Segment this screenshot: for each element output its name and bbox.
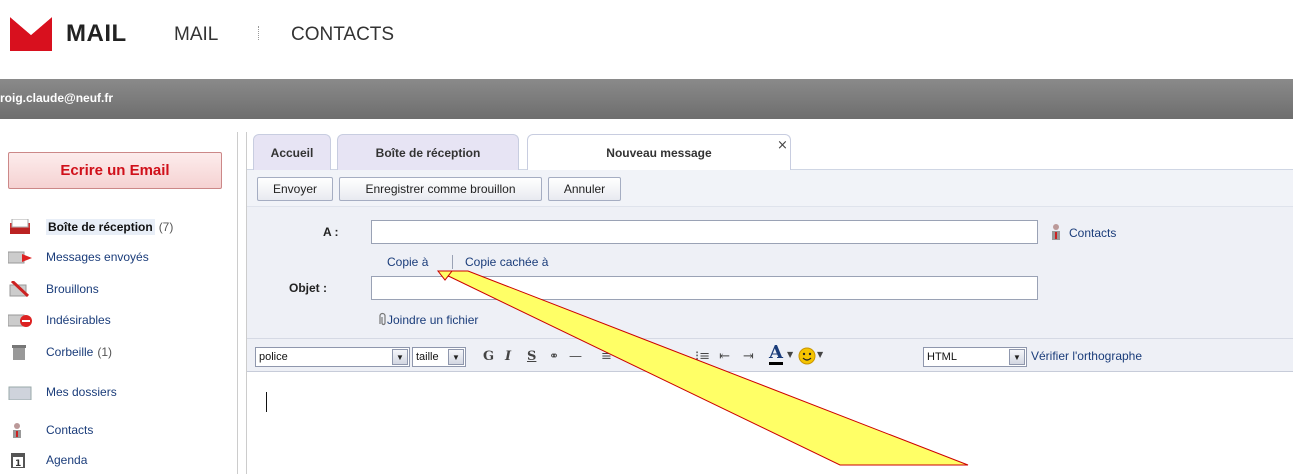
subject-label: Objet :	[289, 281, 327, 295]
sidebar-item-label: Corbeille	[46, 345, 94, 359]
underline-button[interactable]: S	[527, 349, 536, 364]
contacts-link[interactable]: Contacts	[1069, 226, 1116, 240]
drafts-icon	[8, 279, 32, 298]
smiley-icon[interactable]	[798, 347, 816, 365]
sidebar-item-inbox[interactable]: Boîte de réception (7)	[8, 216, 173, 238]
mail-logo-icon	[10, 17, 52, 51]
sidebar-item-label: Indésirables	[46, 313, 111, 327]
trash-count: (1)	[97, 345, 113, 359]
sidebar-item-spam[interactable]: Indésirables	[7, 309, 111, 331]
italic-button[interactable]: I	[505, 349, 511, 364]
paperclip-icon	[379, 312, 386, 326]
align-left-icon[interactable]: ≡	[601, 349, 612, 364]
trash-icon	[8, 344, 32, 360]
format-select[interactable]: HTML ▼	[923, 347, 1027, 367]
compose-panel: Accueil Boîte de réception Nouveau messa…	[246, 132, 1293, 474]
chevron-down-icon: ▼	[392, 349, 408, 365]
font-select[interactable]: police ▼	[255, 347, 410, 367]
chevron-down-icon: ▼	[1009, 349, 1025, 365]
sidebar-item-label: Boîte de réception	[46, 219, 155, 235]
align-center-icon[interactable]: ≡	[625, 349, 636, 364]
close-tab-icon[interactable]: ×	[777, 138, 788, 153]
contacts-icon	[1052, 224, 1060, 240]
to-field[interactable]	[371, 220, 1038, 244]
bold-button[interactable]: G	[483, 349, 494, 364]
tab-new-message[interactable]: Nouveau message	[527, 134, 791, 171]
compose-button[interactable]: Ecrire un Email	[8, 152, 222, 189]
tab-inbox[interactable]: Boîte de réception	[337, 134, 519, 170]
chevron-down-icon: ▼	[448, 349, 464, 365]
format-select-value: HTML	[927, 351, 957, 363]
chevron-down-icon[interactable]: ▼	[787, 350, 793, 359]
attach-file-link[interactable]: Joindre un fichier	[387, 313, 478, 327]
chevron-down-icon[interactable]: ▼	[817, 350, 823, 359]
text-cursor	[266, 392, 267, 412]
sidebar-item-label: Agenda	[46, 453, 88, 467]
sent-icon	[7, 249, 32, 265]
horizontal-rule-icon[interactable]: —	[569, 349, 582, 364]
compose-form: A : Contacts Copie à Copie cachée à Obje…	[247, 206, 1293, 338]
nav-mail[interactable]: MAIL	[174, 24, 218, 46]
brand-title: MAIL	[66, 20, 127, 47]
font-color-icon[interactable]: A	[769, 344, 783, 365]
send-button[interactable]: Envoyer	[257, 177, 333, 201]
sidebar-item-drafts[interactable]: Brouillons	[8, 278, 99, 300]
sidebar-item-my-folders[interactable]: Mes dossiers	[8, 381, 117, 403]
size-select[interactable]: taille ▼	[412, 347, 466, 367]
bullet-list-icon[interactable]: ⁝≡	[667, 349, 682, 364]
nav-contacts[interactable]: CONTACTS	[291, 24, 394, 46]
unread-count: (7)	[158, 220, 174, 234]
spellcheck-link[interactable]: Vérifier l'orthographe	[1031, 349, 1142, 363]
subject-field[interactable]	[371, 276, 1038, 300]
sidebar-item-label: Messages envoyés	[46, 250, 149, 264]
svg-text:1: 1	[15, 459, 21, 468]
tab-home[interactable]: Accueil	[253, 134, 331, 170]
font-select-value: police	[259, 351, 288, 363]
sidebar-item-label: Brouillons	[46, 282, 99, 296]
contacts-icon	[8, 422, 32, 438]
cancel-button[interactable]: Annuler	[548, 177, 621, 201]
sidebar: Ecrire un Email Boîte de réception (7) M…	[0, 132, 238, 474]
outdent-icon[interactable]: ⇤	[719, 349, 730, 364]
sidebar-item-label: Contacts	[46, 423, 94, 437]
sidebar-item-sent[interactable]: Messages envoyés	[7, 246, 149, 268]
calendar-icon: 1	[8, 452, 32, 469]
editor-toolbar: police ▼ taille ▼ G I S ⚭ — ≡ ≡ ≡ ⁝≡ ⁝≡ …	[247, 338, 1293, 372]
align-right-icon[interactable]: ≡	[647, 349, 658, 364]
message-body-editor[interactable]	[247, 372, 1293, 474]
size-select-value: taille	[416, 351, 439, 363]
link-divider	[452, 255, 453, 269]
nav-divider	[258, 26, 259, 40]
sidebar-item-calendar[interactable]: 1 Agenda	[8, 449, 87, 471]
bcc-link[interactable]: Copie cachée à	[465, 255, 548, 269]
account-bar: roig.claude@neuf.fr	[0, 79, 1293, 119]
to-label: A :	[323, 225, 339, 239]
user-email: roig.claude@neuf.fr	[0, 91, 114, 105]
link-icon[interactable]: ⚭	[549, 349, 559, 363]
spam-icon	[7, 312, 32, 328]
tab-strip: Accueil Boîte de réception Nouveau messa…	[247, 132, 1293, 171]
save-draft-button[interactable]: Enregistrer comme brouillon	[339, 177, 542, 201]
cc-link[interactable]: Copie à	[387, 255, 428, 269]
numbered-list-icon[interactable]: ⁝≡	[695, 349, 710, 364]
sidebar-item-label: Mes dossiers	[46, 385, 117, 399]
top-header: MAIL MAIL CONTACTS	[0, 0, 1293, 75]
folder-icon	[8, 384, 32, 401]
compose-toolbar: Envoyer Enregistrer comme brouillon Annu…	[247, 170, 1293, 206]
inbox-icon	[8, 218, 32, 235]
sidebar-item-trash[interactable]: Corbeille (1)	[8, 341, 112, 363]
sidebar-item-contacts[interactable]: Contacts	[8, 419, 93, 441]
indent-icon[interactable]: ⇥	[743, 349, 754, 364]
